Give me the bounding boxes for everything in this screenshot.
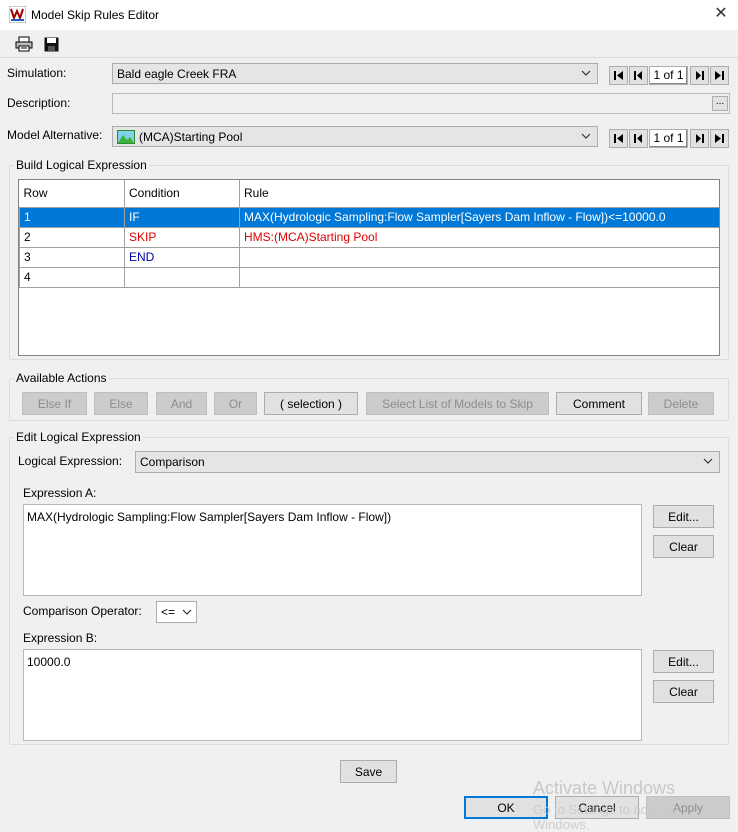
- last-icon: [715, 134, 724, 143]
- rules-table: Row Condition Rule 1 IF MAX(Hydrologic S…: [19, 180, 719, 288]
- comment-button[interactable]: Comment: [556, 392, 642, 415]
- close-icon[interactable]: ✕: [712, 5, 730, 23]
- edit-expression-title: Edit Logical Expression: [14, 430, 143, 444]
- alt-previous-record-button[interactable]: [629, 129, 648, 148]
- or-button[interactable]: Or: [214, 392, 257, 415]
- and-button[interactable]: And: [156, 392, 207, 415]
- model-alternative-value: (MCA)Starting Pool: [139, 129, 243, 144]
- next-record-button[interactable]: [690, 66, 709, 85]
- simulation-label: Simulation:: [7, 66, 67, 80]
- description-field[interactable]: [112, 93, 730, 114]
- save-disk-icon[interactable]: [41, 34, 61, 54]
- expression-b-value: 10000.0: [27, 655, 71, 669]
- row-number: 1: [19, 206, 125, 228]
- comparison-operator-value: <=: [161, 605, 176, 619]
- else-if-button[interactable]: Else If: [22, 392, 87, 415]
- alt-next-record-button[interactable]: [690, 129, 709, 148]
- else-button[interactable]: Else: [94, 392, 148, 415]
- table-row[interactable]: 3 END: [19, 246, 719, 268]
- table-row[interactable]: 2 SKIP HMS:(MCA)Starting Pool: [19, 226, 719, 248]
- row-rule: [239, 266, 719, 288]
- column-header-rule[interactable]: Rule: [239, 180, 719, 208]
- expression-a-field[interactable]: MAX(Hydrologic Sampling:Flow Sampler[Say…: [23, 504, 642, 596]
- row-condition: END: [124, 246, 240, 268]
- logical-expression-value: Comparison: [140, 455, 205, 469]
- simulation-select[interactable]: Bald eagle Creek FRA: [112, 63, 598, 84]
- expression-a-value: MAX(Hydrologic Sampling:Flow Sampler[Say…: [27, 510, 392, 524]
- chevron-down-icon: [182, 609, 192, 615]
- row-condition: IF: [124, 206, 240, 228]
- model-alternative-select[interactable]: (MCA)Starting Pool: [112, 126, 598, 147]
- row-condition: SKIP: [124, 226, 240, 248]
- app-logo-icon: [8, 5, 27, 24]
- expression-b-field[interactable]: 10000.0: [23, 649, 642, 741]
- build-expression-title: Build Logical Expression: [14, 158, 149, 172]
- table-header-row: Row Condition Rule: [19, 180, 719, 208]
- row-number: 3: [19, 246, 125, 268]
- comparison-operator-select[interactable]: <=: [156, 601, 197, 623]
- apply-button[interactable]: Apply: [646, 796, 730, 819]
- previous-icon: [634, 134, 642, 143]
- available-actions-title: Available Actions: [14, 371, 109, 385]
- logical-expression-label: Logical Expression:: [18, 454, 123, 468]
- row-rule: HMS:(MCA)Starting Pool: [239, 226, 719, 248]
- window-title: Model Skip Rules Editor: [31, 8, 160, 22]
- ok-button[interactable]: OK: [464, 796, 548, 819]
- logical-expression-select[interactable]: Comparison: [135, 451, 720, 473]
- expression-b-clear-button[interactable]: Clear: [653, 680, 714, 703]
- next-icon: [696, 134, 704, 143]
- chevron-down-icon: [581, 70, 591, 76]
- row-condition: [124, 266, 240, 288]
- expression-b-label: Expression B:: [23, 631, 98, 645]
- selection-button[interactable]: ( selection ): [264, 392, 358, 415]
- table-row[interactable]: 1 IF MAX(Hydrologic Sampling:Flow Sample…: [19, 206, 719, 228]
- column-header-condition[interactable]: Condition: [124, 180, 240, 208]
- first-record-button[interactable]: [609, 66, 628, 85]
- first-icon: [614, 71, 623, 80]
- row-number: 4: [19, 266, 125, 288]
- expression-a-edit-button[interactable]: Edit...: [653, 505, 714, 528]
- row-number: 2: [19, 226, 125, 248]
- last-icon: [715, 71, 724, 80]
- simulation-value: Bald eagle Creek FRA: [117, 66, 237, 81]
- model-alternative-counter: 1 of 1: [649, 129, 688, 148]
- last-record-button[interactable]: [710, 66, 729, 85]
- row-rule: [239, 246, 719, 268]
- table-row[interactable]: 4: [19, 266, 719, 288]
- model-alternative-label: Model Alternative:: [7, 128, 103, 142]
- chevron-down-icon: [703, 458, 713, 464]
- toolbar-divider: [0, 57, 738, 58]
- column-header-row[interactable]: Row: [19, 180, 125, 208]
- alt-first-record-button[interactable]: [609, 129, 628, 148]
- delete-button[interactable]: Delete: [648, 392, 714, 415]
- alt-last-record-button[interactable]: [710, 129, 729, 148]
- select-models-to-skip-button[interactable]: Select List of Models to Skip: [366, 392, 549, 415]
- rules-table-container: Row Condition Rule 1 IF MAX(Hydrologic S…: [18, 179, 720, 356]
- previous-record-button[interactable]: [629, 66, 648, 85]
- description-label: Description:: [7, 96, 71, 110]
- comparison-operator-label: Comparison Operator:: [23, 604, 142, 618]
- simulation-counter: 1 of 1: [649, 66, 688, 85]
- description-ellipsis-button[interactable]: ...: [712, 96, 728, 111]
- expression-a-clear-button[interactable]: Clear: [653, 535, 714, 558]
- model-icon: [117, 129, 135, 144]
- cancel-button[interactable]: Cancel: [555, 796, 639, 819]
- expression-b-edit-button[interactable]: Edit...: [653, 650, 714, 673]
- first-icon: [614, 134, 623, 143]
- chevron-down-icon: [581, 133, 591, 139]
- expression-a-label: Expression A:: [23, 486, 97, 500]
- print-icon[interactable]: [14, 34, 34, 54]
- next-icon: [696, 71, 704, 80]
- row-rule: MAX(Hydrologic Sampling:Flow Sampler[Say…: [239, 206, 719, 228]
- previous-icon: [634, 71, 642, 80]
- save-button[interactable]: Save: [340, 760, 397, 783]
